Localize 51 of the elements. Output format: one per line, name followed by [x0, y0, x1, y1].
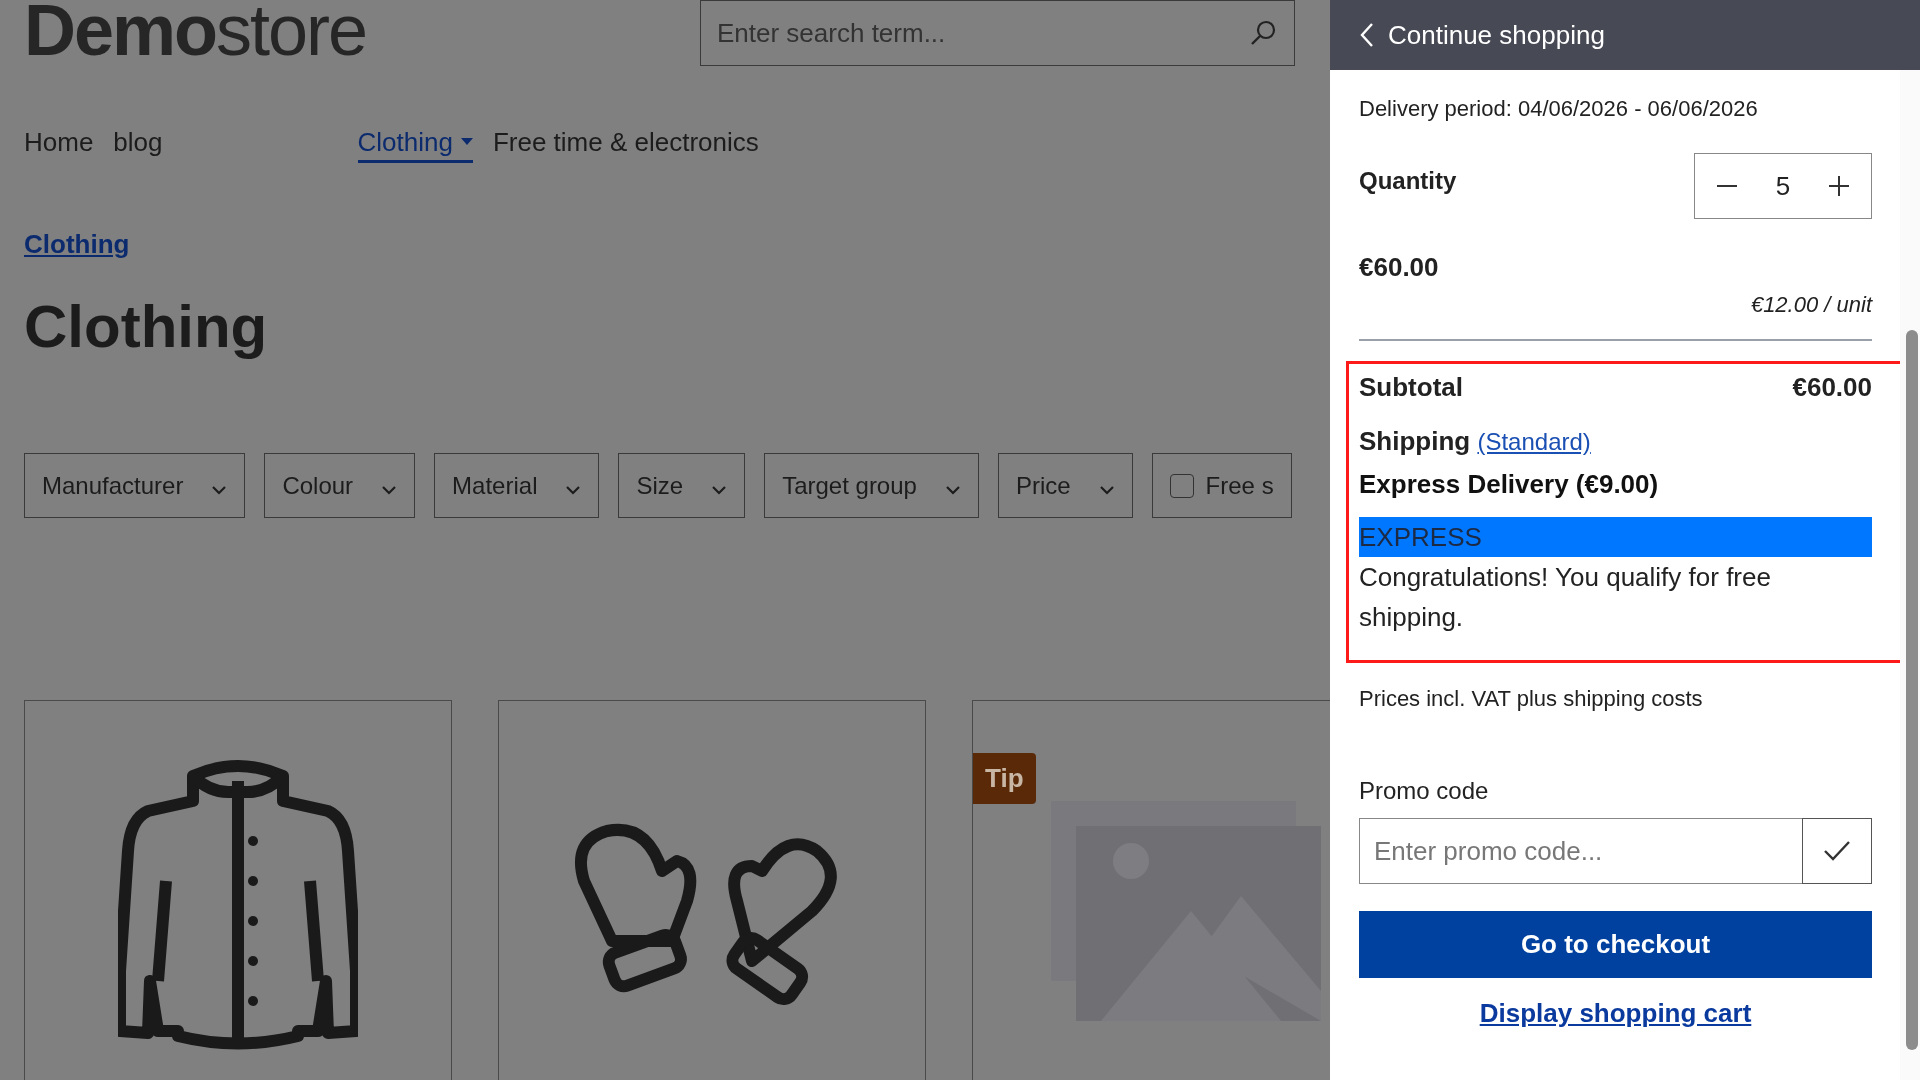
- quantity-value: 5: [1775, 170, 1791, 202]
- checkmark-icon: [1823, 840, 1851, 862]
- page-title: Clothing: [24, 295, 269, 359]
- breadcrumb-link[interactable]: Clothing: [24, 229, 130, 259]
- chevron-down-icon: [1098, 484, 1115, 495]
- minus-icon: [1715, 185, 1738, 187]
- search-field[interactable]: Enter search term...: [700, 0, 1295, 66]
- product-card[interactable]: [24, 700, 452, 1080]
- subtotal-label: Subtotal: [1359, 373, 1463, 401]
- filter-dropdown[interactable]: Material: [434, 453, 600, 518]
- subtotal-value: €60.00: [1792, 373, 1872, 401]
- filter-dropdown[interactable]: Size: [618, 453, 746, 518]
- shopping-cart-link[interactable]: Display shopping cart: [1479, 998, 1752, 1028]
- delivery-period: Delivery period: 04/06/2026 - 06/06/2026: [1359, 95, 1759, 123]
- filter-dropdown[interactable]: Price: [997, 453, 1133, 518]
- filter-dropdown[interactable]: Target group: [764, 453, 979, 518]
- chevron-down-icon: [211, 484, 228, 495]
- express-option[interactable]: EXPRESS: [1359, 517, 1872, 557]
- scrollbar[interactable]: [1900, 70, 1920, 1080]
- line-total: €60.00: [1359, 253, 1440, 281]
- apply-promo-button[interactable]: [1802, 818, 1872, 884]
- free-shipping-message: Congratulations! You qualify for free shipping.: [1359, 561, 1772, 634]
- quantity-stepper[interactable]: 5: [1694, 153, 1872, 219]
- product-card[interactable]: [498, 700, 926, 1080]
- chevron-down-icon: [381, 484, 398, 495]
- promo-code-field[interactable]: Enter promo code...: [1359, 818, 1802, 884]
- store-logo[interactable]: Demostore: [24, 0, 367, 66]
- unit-price: €12.00 / unit: [1749, 291, 1872, 319]
- filter-dropdown[interactable]: Manufacturer: [24, 453, 246, 518]
- tax-note: Prices incl. VAT plus shipping costs: [1359, 685, 1704, 713]
- nav-link[interactable]: blog: [113, 123, 163, 163]
- chevron-down-icon: [944, 484, 961, 495]
- nav-link[interactable]: Home: [24, 123, 94, 163]
- chevron-left-icon: [1360, 22, 1374, 48]
- chevron-down-icon: [565, 484, 582, 495]
- plus-icon: [1828, 175, 1851, 197]
- nav-link[interactable]: Free time & electronics: [492, 123, 759, 163]
- filter-dropdown[interactable]: Colour: [264, 453, 416, 518]
- tip-badge: Tip: [973, 753, 1036, 804]
- shipping-line: Shipping (Standard): [1359, 427, 1592, 456]
- shipping-option: Express Delivery (€9.00): [1359, 470, 1872, 498]
- checkout-button[interactable]: Go to checkout: [1359, 911, 1872, 978]
- continue-shopping-link[interactable]: Continue shopping: [1360, 19, 1605, 51]
- nav-link[interactable]: Clothing: [357, 123, 473, 163]
- checkbox[interactable]: [1169, 473, 1194, 498]
- shipping-method-link[interactable]: (Standard): [1477, 428, 1591, 455]
- search-icon[interactable]: [1249, 19, 1277, 47]
- promo-code-label: Promo code: [1359, 777, 1490, 805]
- chevron-down-icon: [711, 484, 728, 495]
- filter-checkbox[interactable]: Free s: [1151, 453, 1292, 518]
- quantity-label: Quantity: [1359, 167, 1457, 195]
